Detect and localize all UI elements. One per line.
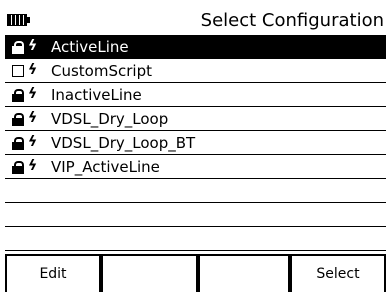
lightning-icon: ϟ [28,134,38,150]
softkey-3[interactable] [198,254,290,292]
list-item-label: ActiveLine [51,38,129,56]
edit-softkey[interactable]: Edit [5,254,101,292]
empty-list-row [5,227,386,251]
list-item-label: InactiveLine [51,86,142,104]
lock-icon [12,161,24,174]
lock-icon [12,137,24,150]
empty-list-row [5,179,386,203]
list-item-label: VIP_ActiveLine [51,158,160,176]
empty-list-row [5,203,386,227]
list-item-activeline[interactable]: ϟ ActiveLine [5,35,386,59]
list-item-vdsl-dry-loop[interactable]: ϟ VDSL_Dry_Loop [5,107,386,131]
lock-icon [12,41,24,54]
checkbox-icon [12,65,24,77]
list-item-customscript[interactable]: ϟ CustomScript [5,59,386,83]
list-item-inactiveline[interactable]: ϟ InactiveLine [5,83,386,107]
softkey-2[interactable] [101,254,198,292]
softkey-bar: Edit Select [5,254,386,292]
lightning-icon: ϟ [28,86,38,102]
select-softkey[interactable]: Select [290,254,386,292]
list-item-vip-activeline[interactable]: ϟ VIP_ActiveLine [5,155,386,179]
list-item-vdsl-dry-loop-bt[interactable]: ϟ VDSL_Dry_Loop_BT [5,131,386,155]
title-bar: Select Configuration [5,8,386,34]
lightning-icon: ϟ [28,62,38,78]
battery-icon [7,14,30,26]
lock-icon [12,89,24,102]
config-screen: Select Configuration ϟ ActiveLine ϟ Cust… [0,0,389,292]
configuration-list[interactable]: ϟ ActiveLine ϟ CustomScript ϟ InactiveLi… [5,35,386,254]
lightning-icon: ϟ [28,110,38,126]
list-item-label: CustomScript [51,62,152,80]
list-item-label: VDSL_Dry_Loop [51,110,169,128]
lock-icon [12,113,24,126]
lightning-icon: ϟ [28,158,38,174]
lightning-icon: ϟ [28,38,38,54]
list-item-label: VDSL_Dry_Loop_BT [51,134,196,152]
page-title: Select Configuration [200,10,384,31]
